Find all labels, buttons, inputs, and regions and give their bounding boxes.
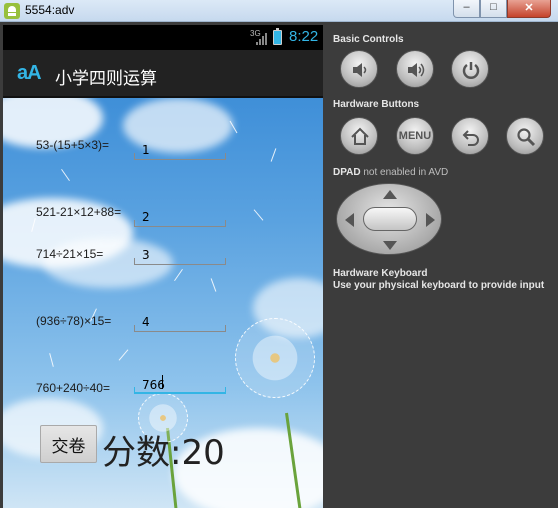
search-button[interactable]	[506, 117, 544, 155]
volume-up-icon	[408, 63, 425, 77]
home-button[interactable]	[340, 117, 378, 155]
android-app-icon	[4, 3, 20, 19]
battery-icon	[273, 28, 282, 45]
search-icon	[517, 128, 536, 147]
dpad-control[interactable]	[336, 183, 442, 255]
dpad-center-button[interactable]	[363, 207, 417, 231]
seed-decoration	[61, 168, 70, 182]
volume-down-icon	[353, 63, 367, 77]
window-title: 5554:adv	[25, 3, 75, 17]
keyboard-note: Use your physical keyboard to provide in…	[333, 280, 545, 291]
dpad-left-icon	[345, 213, 354, 227]
seed-decoration	[270, 148, 277, 162]
minimize-icon: –	[463, 1, 470, 13]
dpad-up-icon	[383, 190, 397, 199]
power-button[interactable]	[451, 50, 489, 88]
signal-icon	[256, 32, 268, 45]
dpad-heading: DPAD not enabled in AVD	[333, 167, 448, 178]
submit-button[interactable]: 交卷	[40, 425, 97, 463]
menu-button[interactable]: MENU	[396, 117, 434, 155]
maximize-button[interactable]: □	[480, 0, 507, 18]
basic-controls-heading: Basic Controls	[333, 34, 404, 45]
volume-down-button[interactable]	[340, 50, 378, 88]
maximize-icon: □	[490, 1, 497, 13]
seed-decoration	[118, 349, 129, 361]
keyboard-info: Hardware Keyboard Use your physical keyb…	[333, 268, 544, 292]
dpad-note: not enabled in AVD	[363, 167, 449, 178]
dpad-right-icon	[426, 213, 435, 227]
action-bar: aA 小学四则运算	[3, 50, 323, 98]
volume-up-button[interactable]	[396, 50, 434, 88]
answer-4-underline	[134, 325, 226, 332]
status-clock: 8:22	[289, 28, 319, 45]
window-titlebar: 5554:adv – □ ✕	[0, 0, 558, 22]
question-3-label: 714÷21×15=	[36, 247, 104, 261]
score-display: 分数:20	[102, 433, 225, 473]
app-logo-icon[interactable]: aA	[17, 62, 42, 85]
app-title: 小学四则运算	[55, 69, 157, 88]
answer-1-underline	[134, 153, 226, 160]
minimize-button[interactable]: –	[453, 0, 480, 18]
hardware-buttons-heading: Hardware Buttons	[333, 99, 420, 110]
answer-5-underline	[134, 387, 226, 394]
seed-decoration	[174, 268, 183, 282]
answer-3-underline	[134, 258, 226, 265]
status-bar: 3G 8:22	[3, 25, 323, 50]
back-button[interactable]	[451, 117, 489, 155]
keyboard-heading: Hardware Keyboard	[333, 268, 428, 279]
home-icon	[351, 127, 369, 145]
question-1-label: 53-(15+5×3)=	[36, 138, 110, 152]
answer-2-underline	[134, 220, 226, 227]
seed-decoration	[253, 209, 264, 221]
question-4-label: (936÷78)×15=	[36, 314, 112, 328]
seed-decoration	[210, 278, 217, 292]
question-5-label: 760+240÷40=	[36, 381, 110, 395]
dpad-label: DPAD	[333, 167, 361, 178]
close-button[interactable]: ✕	[507, 0, 551, 18]
dandelion-icon	[235, 318, 315, 398]
close-icon: ✕	[524, 2, 534, 14]
power-icon	[462, 62, 480, 79]
seed-decoration	[49, 353, 54, 367]
question-2-label: 521-21×12+88=	[36, 205, 122, 219]
back-icon	[462, 130, 479, 146]
dpad-down-icon	[383, 241, 397, 250]
